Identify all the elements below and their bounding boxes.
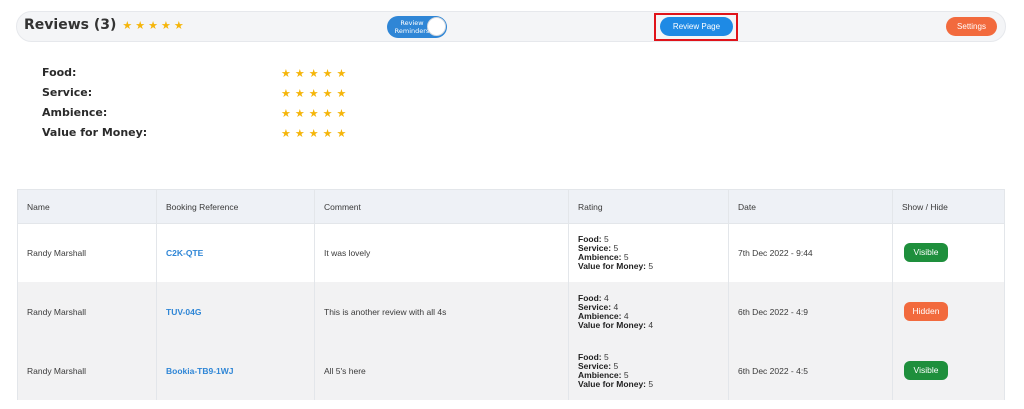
category-stars-ambience: ★ ★ ★ ★ ★	[281, 108, 346, 119]
star-icon: ★	[148, 18, 158, 32]
reviewer-name: Randy Marshall	[27, 365, 87, 376]
reviewer-name: Randy Marshall	[27, 247, 87, 258]
rating-breakdown: Food: 4 Service: 4 Ambience: 4 Value for…	[578, 293, 654, 330]
rating-value-value: 5	[648, 378, 654, 389]
star-icon: ★	[281, 67, 291, 80]
star-icon: ★	[294, 107, 305, 120]
review-comment: It was lovely	[324, 247, 371, 258]
booking-reference-link[interactable]: Bookia-TB9-1WJ	[166, 366, 234, 376]
star-icon: ★	[281, 87, 291, 100]
review-page-button[interactable]: Review Page	[660, 17, 733, 36]
category-stars-food: ★ ★ ★ ★ ★	[281, 68, 346, 79]
star-icon: ★	[322, 87, 333, 100]
reviews-table: Name Booking Reference Comment Rating Da…	[17, 189, 1005, 400]
booking-reference-link[interactable]: TUV-04G	[166, 307, 201, 317]
category-label-food: Food:	[42, 66, 77, 79]
booking-reference-link[interactable]: C2K-QTE	[166, 248, 203, 258]
column-header-booking-reference: Booking Reference	[166, 201, 239, 212]
visibility-toggle-button[interactable]: Hidden	[904, 302, 948, 321]
review-date: 7th Dec 2022 - 9:44	[738, 247, 813, 258]
rating-value-value: 5	[648, 260, 654, 271]
table-header: Name Booking Reference Comment Rating Da…	[18, 190, 1004, 224]
star-icon: ★	[336, 67, 347, 80]
star-icon: ★	[294, 87, 305, 100]
table-row: Randy Marshall TUV-04G This is another r…	[18, 282, 1004, 342]
star-icon: ★	[281, 127, 291, 140]
star-icon: ★	[336, 127, 347, 140]
star-icon: ★	[336, 107, 347, 120]
column-header-comment: Comment	[324, 201, 361, 212]
category-label-value: Value for Money:	[42, 126, 148, 139]
category-stars-value: ★ ★ ★ ★ ★	[281, 128, 346, 139]
star-icon: ★	[122, 18, 133, 32]
star-icon: ★	[322, 127, 333, 140]
column-header-name: Name	[27, 201, 50, 212]
column-header-date: Date	[738, 201, 756, 212]
page-title: Reviews (3)	[24, 17, 117, 33]
star-icon: ★	[281, 107, 291, 120]
star-icon: ★	[322, 67, 333, 80]
star-icon: ★	[308, 67, 319, 80]
visibility-toggle-button[interactable]: Visible	[904, 361, 948, 380]
table-row: Randy Marshall C2K-QTE It was lovely Foo…	[18, 223, 1004, 283]
star-icon: ★	[135, 18, 146, 32]
rating-label-value: Value for Money:	[578, 260, 647, 271]
star-icon: ★	[173, 18, 184, 32]
star-icon: ★	[308, 87, 319, 100]
rating-label-value: Value for Money:	[578, 319, 647, 330]
star-icon: ★	[308, 127, 319, 140]
column-header-show-hide: Show / Hide	[902, 201, 948, 212]
review-comment: This is another review with all 4s	[324, 306, 447, 317]
rating-value-value: 4	[648, 319, 654, 330]
review-date: 6th Dec 2022 - 4:5	[738, 365, 808, 376]
star-icon: ★	[308, 107, 319, 120]
category-label-service: Service:	[42, 86, 93, 99]
rating-breakdown: Food: 5 Service: 5 Ambience: 5 Value for…	[578, 352, 654, 389]
table-row: Randy Marshall Bookia-TB9-1WJ All 5's he…	[18, 341, 1004, 400]
star-icon: ★	[336, 87, 347, 100]
rating-label-value: Value for Money:	[578, 378, 647, 389]
star-icon: ★	[161, 18, 171, 32]
star-icon: ★	[322, 107, 333, 120]
rating-breakdown: Food: 5 Service: 5 Ambience: 5 Value for…	[578, 234, 654, 271]
page-title-row: Reviews (3) ★ ★ ★ ★ ★	[24, 17, 184, 33]
review-date: 6th Dec 2022 - 4:9	[738, 306, 808, 317]
column-header-rating: Rating	[578, 201, 603, 212]
category-label-ambience: Ambience:	[42, 106, 108, 119]
toggle-knob	[427, 17, 446, 36]
star-icon: ★	[294, 67, 305, 80]
reviewer-name: Randy Marshall	[27, 306, 87, 317]
star-icon: ★	[294, 127, 305, 140]
overall-rating-stars: ★ ★ ★ ★ ★	[122, 20, 183, 31]
review-reminders-toggle[interactable]: Review Reminders	[387, 16, 447, 38]
category-stars-service: ★ ★ ★ ★ ★	[281, 88, 346, 99]
visibility-toggle-button[interactable]: Visible	[904, 243, 948, 262]
review-comment: All 5's here	[324, 365, 366, 376]
settings-button[interactable]: Settings	[946, 17, 997, 36]
